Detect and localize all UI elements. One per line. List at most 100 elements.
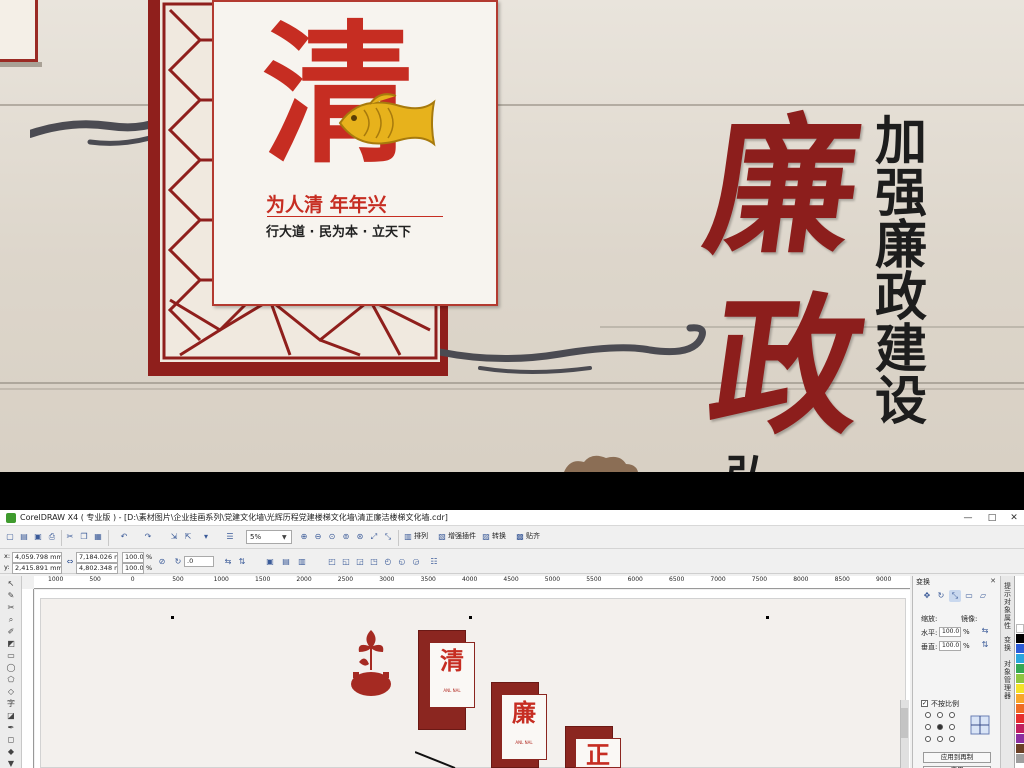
anchor-point-selected[interactable] [937,724,943,730]
new-document-icon[interactable]: ▢ [4,531,16,543]
weld-icon[interactable]: ◰ [326,556,338,568]
scale-width-field[interactable]: 100.0 [122,552,144,563]
vertical-ruler[interactable] [22,589,34,768]
scale-tab-icon[interactable]: ⤡ [949,590,961,602]
anchor-point[interactable] [949,724,955,730]
anchor-point[interactable] [949,712,955,718]
interactive-tool-icon[interactable]: ◪ [5,710,17,721]
color-swatch[interactable] [1016,624,1024,633]
undo-icon[interactable]: ↶ [118,531,130,543]
ellipse-tool-icon[interactable]: ◯ [5,662,17,673]
snap-menu[interactable]: 贴齐 [526,531,540,541]
object-manager-tab[interactable]: 对象管理器 [1004,660,1012,700]
open-folder-icon[interactable]: ▤ [18,531,30,543]
color-swatch[interactable] [1016,664,1024,673]
convert-icon[interactable]: ▨ [480,531,492,543]
copy-icon[interactable]: ❐ [78,531,90,543]
rectangle-tool-icon[interactable]: ▭ [5,650,17,661]
docker-close-icon[interactable]: ✕ [990,577,996,585]
color-swatch[interactable] [1016,694,1024,703]
intersect-icon[interactable]: ◲ [354,556,366,568]
import-icon[interactable]: ⇲ [168,531,180,543]
pick-tool-icon[interactable]: ↖ [5,578,17,589]
color-swatch[interactable] [1016,634,1024,643]
selection-handle[interactable] [469,616,472,619]
back-minus-front-icon[interactable]: ◵ [396,556,408,568]
application-launcher-icon[interactable]: ▾ [200,531,212,543]
group-icon[interactable]: ▣ [264,556,276,568]
zoom-tool-icon[interactable]: ⌕ [5,614,17,625]
anchor-point[interactable] [925,712,931,718]
anchor-point[interactable] [925,736,931,742]
color-swatch[interactable] [1016,754,1024,763]
scrollbar-thumb[interactable] [901,708,908,738]
outline-tool-icon[interactable]: ◻ [5,734,17,745]
transform-tab[interactable]: 变换 [1004,636,1012,652]
position-tab-icon[interactable]: ✥ [921,590,933,602]
simplify-icon[interactable]: ◳ [368,556,380,568]
create-boundary-icon[interactable]: ◶ [410,556,422,568]
selection-handle[interactable] [766,616,769,619]
redo-icon[interactable]: ↷ [142,531,154,543]
mirror-horizontal-icon[interactable]: ⇆ [979,625,991,637]
ungroup-all-icon[interactable]: ▥ [296,556,308,568]
lock-ratio-icon[interactable]: ⊘ [156,556,168,568]
convert-menu[interactable]: 转换 [492,531,506,541]
smart-fill-tool-icon[interactable]: ◩ [5,638,17,649]
x-position-field[interactable]: 4,059.798 mm [12,552,62,563]
rotation-angle-field[interactable]: .0 [184,556,214,567]
plugin-icon[interactable]: ▧ [436,531,448,543]
close-button[interactable]: ✕ [1004,511,1024,525]
enhance-plugin-menu[interactable]: 增强插件 [448,531,476,541]
shape-tool-icon[interactable]: ✎ [5,590,17,601]
print-icon[interactable]: ⎙ [46,531,58,543]
zoom-height-icon[interactable]: ⤡ [382,531,394,543]
selection-handle[interactable] [171,616,174,619]
eyedropper-tool-icon[interactable]: ✒ [5,722,17,733]
trim-icon[interactable]: ◱ [340,556,352,568]
export-icon[interactable]: ⇱ [182,531,194,543]
height-field[interactable]: 4,802.348 mm [76,563,118,574]
minimize-button[interactable]: — [958,511,978,525]
snap-icon[interactable]: ▩ [514,531,526,543]
color-swatch[interactable] [1016,724,1024,733]
vertical-scale-field[interactable]: 100.0 [939,641,961,651]
paste-icon[interactable]: ▦ [92,531,104,543]
arrange-menu[interactable]: 排列 [414,531,428,541]
skew-tab-icon[interactable]: ▱ [977,590,989,602]
anchor-point[interactable] [937,712,943,718]
horizontal-scale-field[interactable]: 100.0 [939,627,961,637]
zoom-level-select[interactable]: 5% ▼ [246,530,292,544]
anchor-point[interactable] [937,736,943,742]
size-tab-icon[interactable]: ▭ [963,590,975,602]
anchor-point[interactable] [949,736,955,742]
polygon-tool-icon[interactable]: ⬠ [5,674,17,685]
drawing-canvas[interactable]: 清 ANL NAL 廉 ANL NAL 正 [35,590,910,768]
front-minus-back-icon[interactable]: ◴ [382,556,394,568]
color-swatch[interactable] [1016,654,1024,663]
cut-icon[interactable]: ✂ [64,531,76,543]
arrange-icon[interactable]: ▥ [402,531,414,543]
rotate-tab-icon[interactable]: ↻ [935,590,947,602]
mirror-vertical-icon[interactable]: ⇅ [236,556,248,568]
y-position-field[interactable]: 2,415.891 mm [12,563,62,574]
scale-height-field[interactable]: 100.0 [122,563,144,574]
rotate-icon[interactable]: ↻ [172,556,184,568]
zoom-page-icon[interactable]: ⊛ [354,531,366,543]
color-swatch[interactable] [1016,714,1024,723]
restore-button[interactable]: □ [982,511,1002,525]
zoom-in-icon[interactable]: ⊕ [298,531,310,543]
freehand-tool-icon[interactable]: ✐ [5,626,17,637]
interactive-fill-tool-icon[interactable]: ▼ [5,758,17,768]
basic-shapes-tool-icon[interactable]: ◇ [5,686,17,697]
nonproportional-checkbox[interactable]: ✓ [921,700,928,707]
anchor-point[interactable] [925,724,931,730]
mirror-vertical-icon[interactable]: ⇅ [979,639,991,651]
color-swatch[interactable] [1016,644,1024,653]
save-icon[interactable]: ▣ [32,531,44,543]
color-swatch[interactable] [1016,684,1024,693]
hints-tab[interactable]: 提示对象属性 [1004,582,1012,630]
zoom-out-icon[interactable]: ⊖ [312,531,324,543]
crop-tool-icon[interactable]: ✂ [5,602,17,613]
width-field[interactable]: 7,184.026 mm [76,552,118,563]
